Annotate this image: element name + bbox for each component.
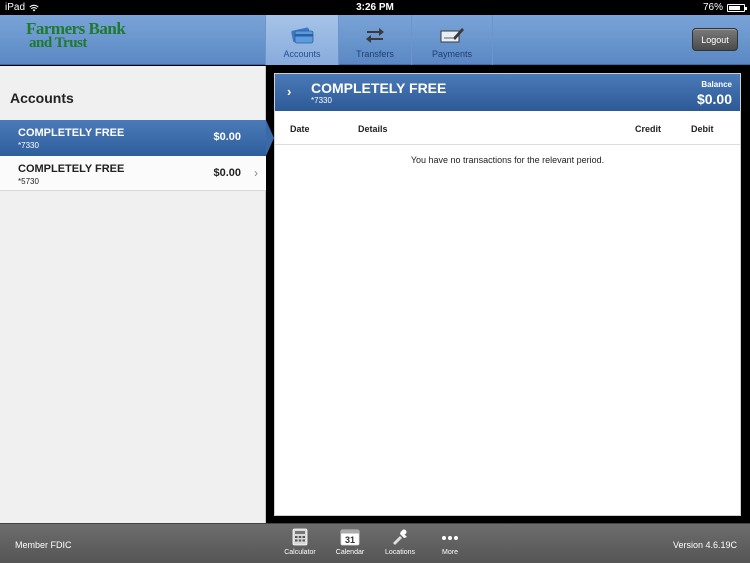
column-date: Date <box>290 124 310 134</box>
account-balance: $0.00 <box>213 167 241 179</box>
chevron-right-icon: › <box>254 166 258 180</box>
account-number: *7330 <box>18 141 39 150</box>
calendar-icon: 31 <box>340 529 360 546</box>
account-row[interactable]: COMPLETELY FREE *5730 $0.00 › <box>0 156 266 191</box>
account-balance: $0.00 <box>213 131 241 143</box>
logout-button[interactable]: Logout <box>692 28 738 51</box>
tab-transfers-label: Transfers <box>356 49 394 59</box>
column-credit: Credit <box>635 124 662 134</box>
app-version: Version 4.6.19C <box>672 540 737 550</box>
tab-accounts[interactable]: Accounts <box>265 15 338 65</box>
location-pin-icon <box>393 529 407 545</box>
calendar-button[interactable]: 31 Calendar <box>325 528 375 556</box>
main-tabs: Accounts Transfers Payments <box>265 15 493 65</box>
battery-percent: 76% <box>702 2 723 13</box>
tab-transfers[interactable]: Transfers <box>338 15 411 65</box>
account-row-selected[interactable]: COMPLETELY FREE *7330 $0.00 <box>0 120 274 156</box>
clock: 3:26 PM <box>356 2 394 13</box>
chevron-right-icon: › <box>287 84 292 99</box>
transfer-arrows-icon <box>366 28 384 43</box>
logo-line-1: Farmers Bank <box>26 19 126 38</box>
battery-icon <box>727 3 747 12</box>
transactions-header: Date Details Credit Debit <box>275 111 740 145</box>
member-fdic: Member FDIC <box>15 540 72 550</box>
detail-account-name: COMPLETELY FREE <box>311 80 447 96</box>
account-name: COMPLETELY FREE <box>18 163 125 175</box>
locations-label: Locations <box>385 549 415 556</box>
app-header: Farmers Bank and Trust Accounts Transfer… <box>0 15 750 65</box>
footer-tools: Calculator 31 Calendar Locations More <box>275 528 475 556</box>
calendar-day: 31 <box>345 535 355 545</box>
locations-button[interactable]: Locations <box>375 528 425 556</box>
accounts-pane: Accounts COMPLETELY FREE *7330 $0.00 COM… <box>0 66 274 523</box>
calendar-label: Calendar <box>335 549 365 556</box>
accounts-title: Accounts <box>10 90 74 106</box>
more-label: More <box>442 549 458 556</box>
status-bar: iPad 3:26 PM 76% <box>0 0 750 15</box>
tab-payments-label: Payments <box>431 49 473 59</box>
more-dots-icon <box>442 536 458 540</box>
empty-transactions-message: You have no transactions for the relevan… <box>410 155 605 165</box>
account-number: *5730 <box>18 177 39 186</box>
balance-value: $0.00 <box>696 91 732 107</box>
detail-account-number: *7330 <box>311 96 332 105</box>
more-button[interactable]: More <box>425 528 475 556</box>
calculator-button[interactable]: Calculator <box>275 528 325 556</box>
tab-payments[interactable]: Payments <box>411 15 493 65</box>
card-icon <box>291 27 314 44</box>
logo-line-2: and Trust <box>29 35 87 51</box>
tab-accounts-label: Accounts <box>283 49 321 59</box>
calculator-icon <box>292 528 308 546</box>
account-name: COMPLETELY FREE <box>18 127 125 139</box>
check-pen-icon <box>440 28 464 43</box>
calculator-label: Calculator <box>284 549 316 556</box>
bank-logo: Farmers Bank and Trust <box>26 19 126 51</box>
balance-label: Balance <box>701 80 732 89</box>
column-debit: Debit <box>691 124 714 134</box>
column-details: Details <box>358 124 388 134</box>
account-detail-pane: › COMPLETELY FREE *7330 Balance $0.00 Da… <box>274 73 741 516</box>
footer-bar: Member FDIC Calculator 31 Calendar Locat… <box>0 523 750 563</box>
account-detail-header[interactable]: › COMPLETELY FREE *7330 Balance $0.00 <box>275 74 740 111</box>
